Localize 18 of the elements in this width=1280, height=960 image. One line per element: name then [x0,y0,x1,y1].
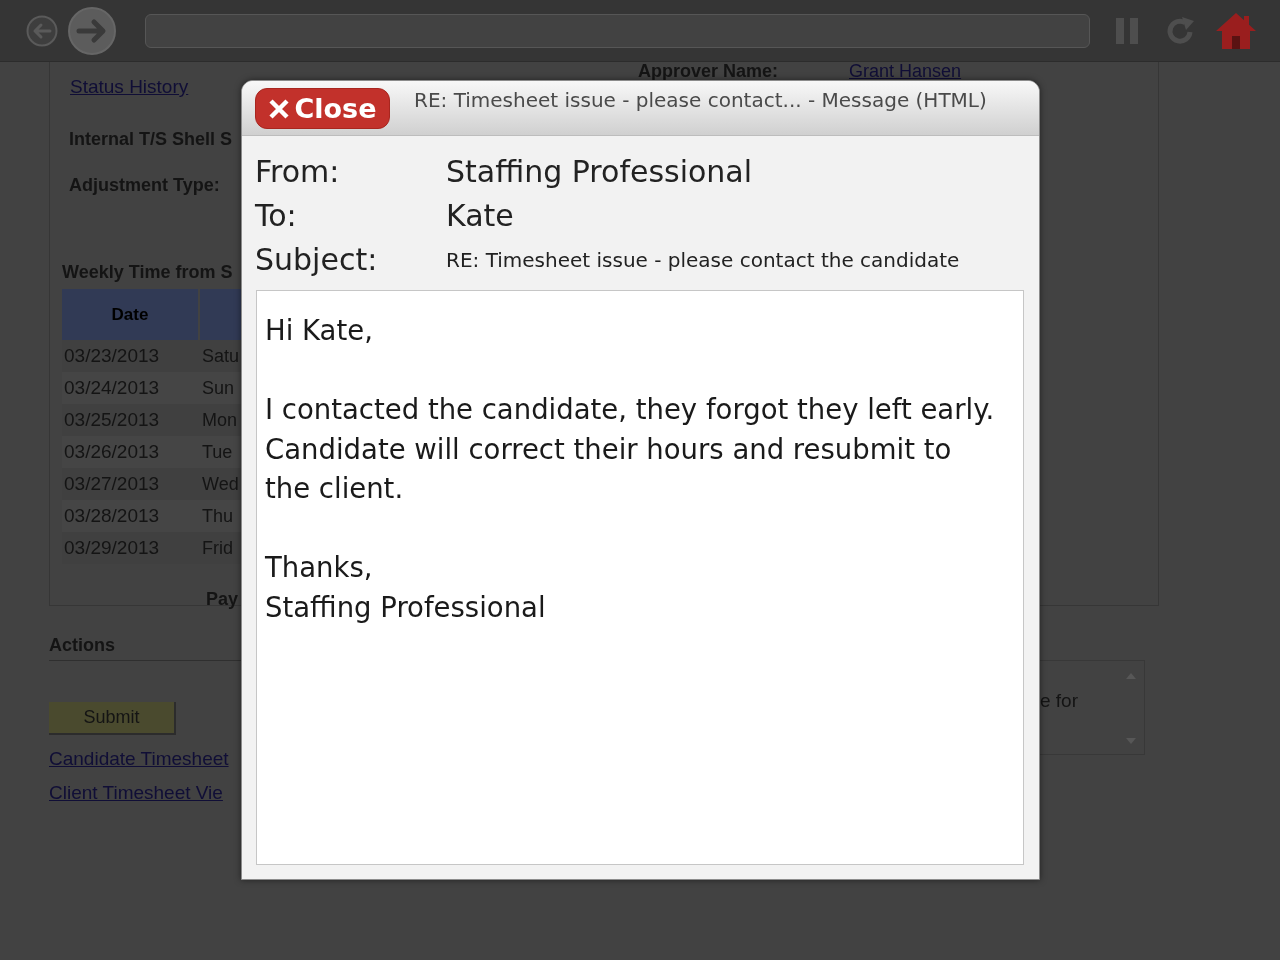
header-label: To: [255,197,298,235]
pause-icon[interactable] [1115,15,1139,46]
table-header-cell [200,289,241,340]
header-value: Kate [446,197,514,235]
message-paragraph: Hi Kate, [265,313,373,348]
table-header-cell: Date [62,289,198,340]
address-field[interactable] [145,13,1090,48]
header-label: Subject: [255,241,379,279]
header-label: From: [255,153,341,191]
header-value: RE: Timesheet issue - please contact the candidate [446,247,960,274]
dialog-title: RE: Timesheet issue - please contact... - Message (HTML) [414,88,987,112]
message-paragraph: I contacted the candidate, they forgot they left early. Candidate will correct their hours and resubmit to the client. [265,392,995,506]
header-value: Staffing Professional [446,153,753,191]
message-paragraph: Thanks, Staffing Professional [265,550,546,625]
home-icon[interactable] [1215,10,1257,51]
refresh-icon[interactable] [1165,15,1195,46]
close-icon [268,97,291,120]
close-button[interactable]: Close [255,88,390,129]
